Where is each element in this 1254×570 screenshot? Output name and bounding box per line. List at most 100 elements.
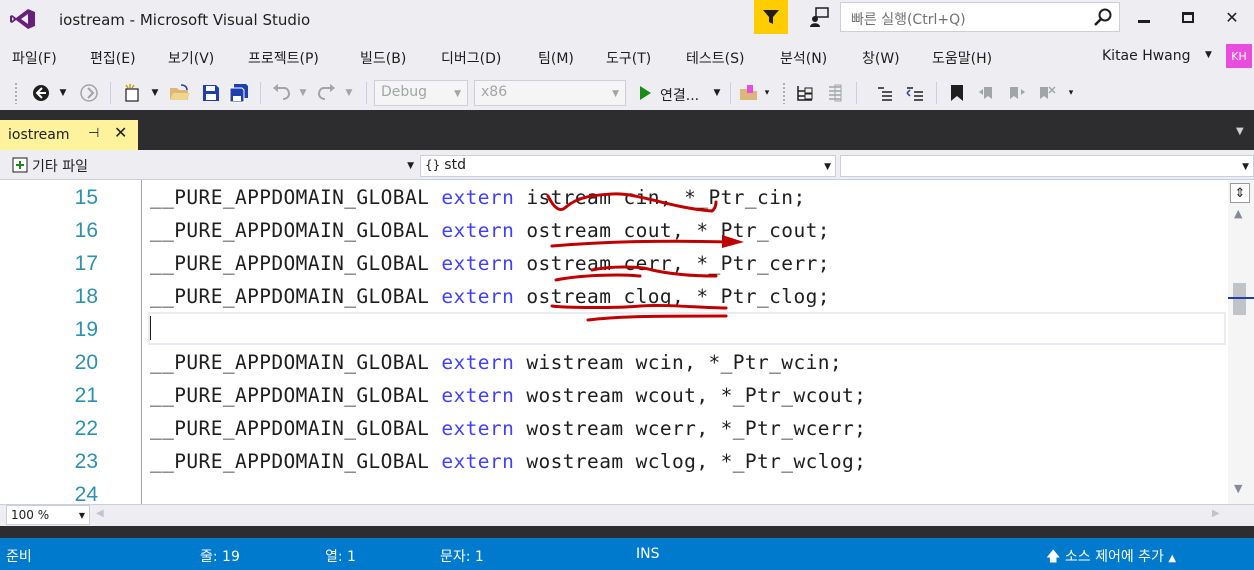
pin-icon[interactable]: ⊣	[88, 126, 99, 141]
toolbar-overflow-button[interactable]: ▾	[1064, 76, 1078, 110]
code-line[interactable]: 20 __PURE_APPDOMAIN_GLOBAL extern wistrea…	[0, 348, 1228, 381]
status-ready: 준비	[6, 549, 32, 565]
menu-bar: 파일(F) 편집(E) 보기(V) 프로젝트(P) 빌드(B) 디버그(D) 팀…	[0, 38, 1254, 76]
maximize-button[interactable]	[1166, 0, 1210, 34]
next-bookmark-button[interactable]	[1004, 76, 1030, 110]
close-tab-icon[interactable]: ✕	[114, 123, 127, 142]
code-line[interactable]: 21 __PURE_APPDOMAIN_GLOBAL extern wostrea…	[0, 381, 1228, 414]
search-icon[interactable]	[1093, 7, 1113, 27]
menu-team[interactable]: 팀(M)	[538, 48, 574, 68]
solution-platform-combo[interactable]: x86 ▼	[474, 80, 626, 106]
avatar[interactable]: KH	[1226, 44, 1252, 68]
scroll-right-icon[interactable]: ▶	[1212, 508, 1220, 519]
code-line[interactable]: 19	[0, 315, 1228, 348]
save-button[interactable]	[198, 76, 224, 110]
code-text[interactable]: __PURE_APPDOMAIN_GLOBAL extern wostream …	[150, 417, 866, 440]
open-file-button[interactable]	[166, 76, 194, 110]
redo-dropdown[interactable]: ▼	[342, 76, 356, 110]
code-text[interactable]: __PURE_APPDOMAIN_GLOBAL extern istream c…	[150, 186, 806, 209]
status-insert-mode[interactable]: INS	[636, 546, 660, 562]
outline-button[interactable]	[822, 76, 848, 110]
feedback-icon[interactable]	[808, 5, 832, 29]
code-text[interactable]: __PURE_APPDOMAIN_GLOBAL extern ostream c…	[150, 252, 830, 275]
scroll-left-icon[interactable]: ◀	[96, 508, 104, 519]
scrollbar-thumb[interactable]	[1233, 283, 1246, 315]
navigate-forward-button[interactable]	[76, 76, 102, 110]
menu-tools[interactable]: 도구(T)	[606, 48, 651, 68]
menu-build[interactable]: 빌드(B)	[360, 48, 406, 68]
keyword-token: extern	[441, 351, 515, 374]
clear-bookmarks-button[interactable]	[1034, 76, 1060, 110]
code-line[interactable]: 18 __PURE_APPDOMAIN_GLOBAL extern ostream…	[0, 282, 1228, 315]
code-text[interactable]: __PURE_APPDOMAIN_GLOBAL extern wistream …	[150, 351, 842, 374]
undo-button[interactable]	[268, 76, 294, 110]
namespace-scope-combo[interactable]: {} std ▼	[420, 155, 836, 177]
menu-edit[interactable]: 편집(E)	[90, 48, 136, 68]
new-project-dropdown[interactable]: ▼	[148, 76, 162, 110]
menu-test[interactable]: 테스트(S)	[686, 48, 744, 68]
code-editor[interactable]: 15 __PURE_APPDOMAIN_GLOBAL extern istream…	[0, 180, 1254, 504]
project-scope-combo[interactable]: 기타 파일 ▼	[8, 155, 418, 177]
code-text[interactable]: __PURE_APPDOMAIN_GLOBAL extern wostream …	[150, 384, 866, 407]
uncomment-button[interactable]	[902, 76, 928, 110]
tab-iostream[interactable]: iostream ⊣ ✕	[0, 120, 138, 150]
horizontal-scroll-row: 100 % ▼ ◀ ▶	[0, 504, 1254, 526]
notification-filter-icon[interactable]	[754, 0, 788, 34]
menu-analyze[interactable]: 분석(N)	[780, 48, 827, 68]
start-debugging-label[interactable]: 연결...	[660, 85, 699, 105]
member-scope-combo[interactable]: ▼	[840, 155, 1254, 177]
comment-button[interactable]	[872, 76, 898, 110]
vertical-scrollbar[interactable]	[1228, 180, 1254, 504]
code-text[interactable]: __PURE_APPDOMAIN_GLOBAL extern ostream c…	[150, 285, 830, 308]
new-project-button[interactable]	[118, 76, 146, 110]
browse-button[interactable]	[736, 76, 762, 110]
toolbar-separator	[856, 82, 857, 104]
source-control-button[interactable]: 🡅 소스 제어에 추가 ▲	[1046, 546, 1176, 570]
code-line[interactable]: 22 __PURE_APPDOMAIN_GLOBAL extern wostrea…	[0, 414, 1228, 447]
chevron-down-icon: ▼	[713, 88, 721, 98]
toolbar-grip-icon[interactable]	[14, 82, 18, 104]
toolbar-overflow-button[interactable]: ▾	[762, 76, 772, 110]
show-solution-explorer-button[interactable]	[792, 76, 818, 110]
menu-project[interactable]: 프로젝트(P)	[248, 48, 319, 68]
save-all-button[interactable]	[226, 76, 252, 110]
scroll-up-icon[interactable]: ▲	[1234, 207, 1242, 220]
comment-icon	[878, 87, 892, 101]
code-line[interactable]: 24	[0, 480, 1228, 504]
tab-list-dropdown-icon[interactable]: ▼	[1236, 126, 1244, 137]
navigate-back-dropdown[interactable]: ▼	[56, 76, 70, 110]
menu-window[interactable]: 창(W)	[862, 48, 900, 68]
code-line[interactable]: 15 __PURE_APPDOMAIN_GLOBAL extern istream…	[0, 183, 1228, 216]
code-line[interactable]: 17 __PURE_APPDOMAIN_GLOBAL extern ostream…	[0, 249, 1228, 282]
chevron-down-icon[interactable]: ▼	[1205, 50, 1212, 60]
split-window-button[interactable]: ⇕	[1230, 183, 1250, 203]
start-dropdown[interactable]: ▼	[710, 76, 724, 110]
code-line[interactable]: 23 __PURE_APPDOMAIN_GLOBAL extern wostrea…	[0, 447, 1228, 480]
declaration-token: ostream clog, *_Ptr_clog;	[514, 285, 830, 308]
start-debugging-button[interactable]	[634, 76, 656, 110]
quick-launch-input[interactable]: 빠른 실행(Ctrl+Q)	[840, 2, 1120, 32]
menu-help[interactable]: 도움말(H)	[932, 48, 992, 68]
code-text[interactable]: __PURE_APPDOMAIN_GLOBAL extern ostream c…	[150, 219, 830, 242]
redo-button[interactable]	[314, 76, 340, 110]
navigate-back-button[interactable]	[28, 76, 54, 110]
previous-bookmark-button[interactable]	[974, 76, 1000, 110]
toolbar-grip-icon[interactable]	[782, 82, 786, 104]
minimize-button[interactable]	[1122, 0, 1166, 34]
solution-configuration-combo[interactable]: Debug ▼	[374, 80, 468, 106]
toolbar-separator	[730, 82, 731, 104]
scroll-down-icon[interactable]: ▼	[1234, 482, 1242, 495]
user-account-name[interactable]: Kitae Hwang	[1102, 48, 1191, 64]
outline-icon	[829, 84, 842, 102]
menu-file[interactable]: 파일(F)	[12, 48, 57, 68]
zoom-level-combo[interactable]: 100 % ▼	[6, 505, 90, 525]
close-window-button[interactable]: ✕	[1210, 0, 1254, 34]
code-text[interactable]: __PURE_APPDOMAIN_GLOBAL extern wostream …	[150, 450, 866, 473]
menu-view[interactable]: 보기(V)	[168, 48, 214, 68]
toolbar-separator	[110, 82, 111, 104]
code-line[interactable]: 16 __PURE_APPDOMAIN_GLOBAL extern ostream…	[0, 216, 1228, 249]
declaration-token: ostream cerr, *_Ptr_cerr;	[514, 252, 830, 275]
undo-dropdown[interactable]: ▼	[296, 76, 310, 110]
menu-debug[interactable]: 디버그(D)	[441, 48, 501, 68]
toggle-bookmark-button[interactable]	[944, 76, 970, 110]
